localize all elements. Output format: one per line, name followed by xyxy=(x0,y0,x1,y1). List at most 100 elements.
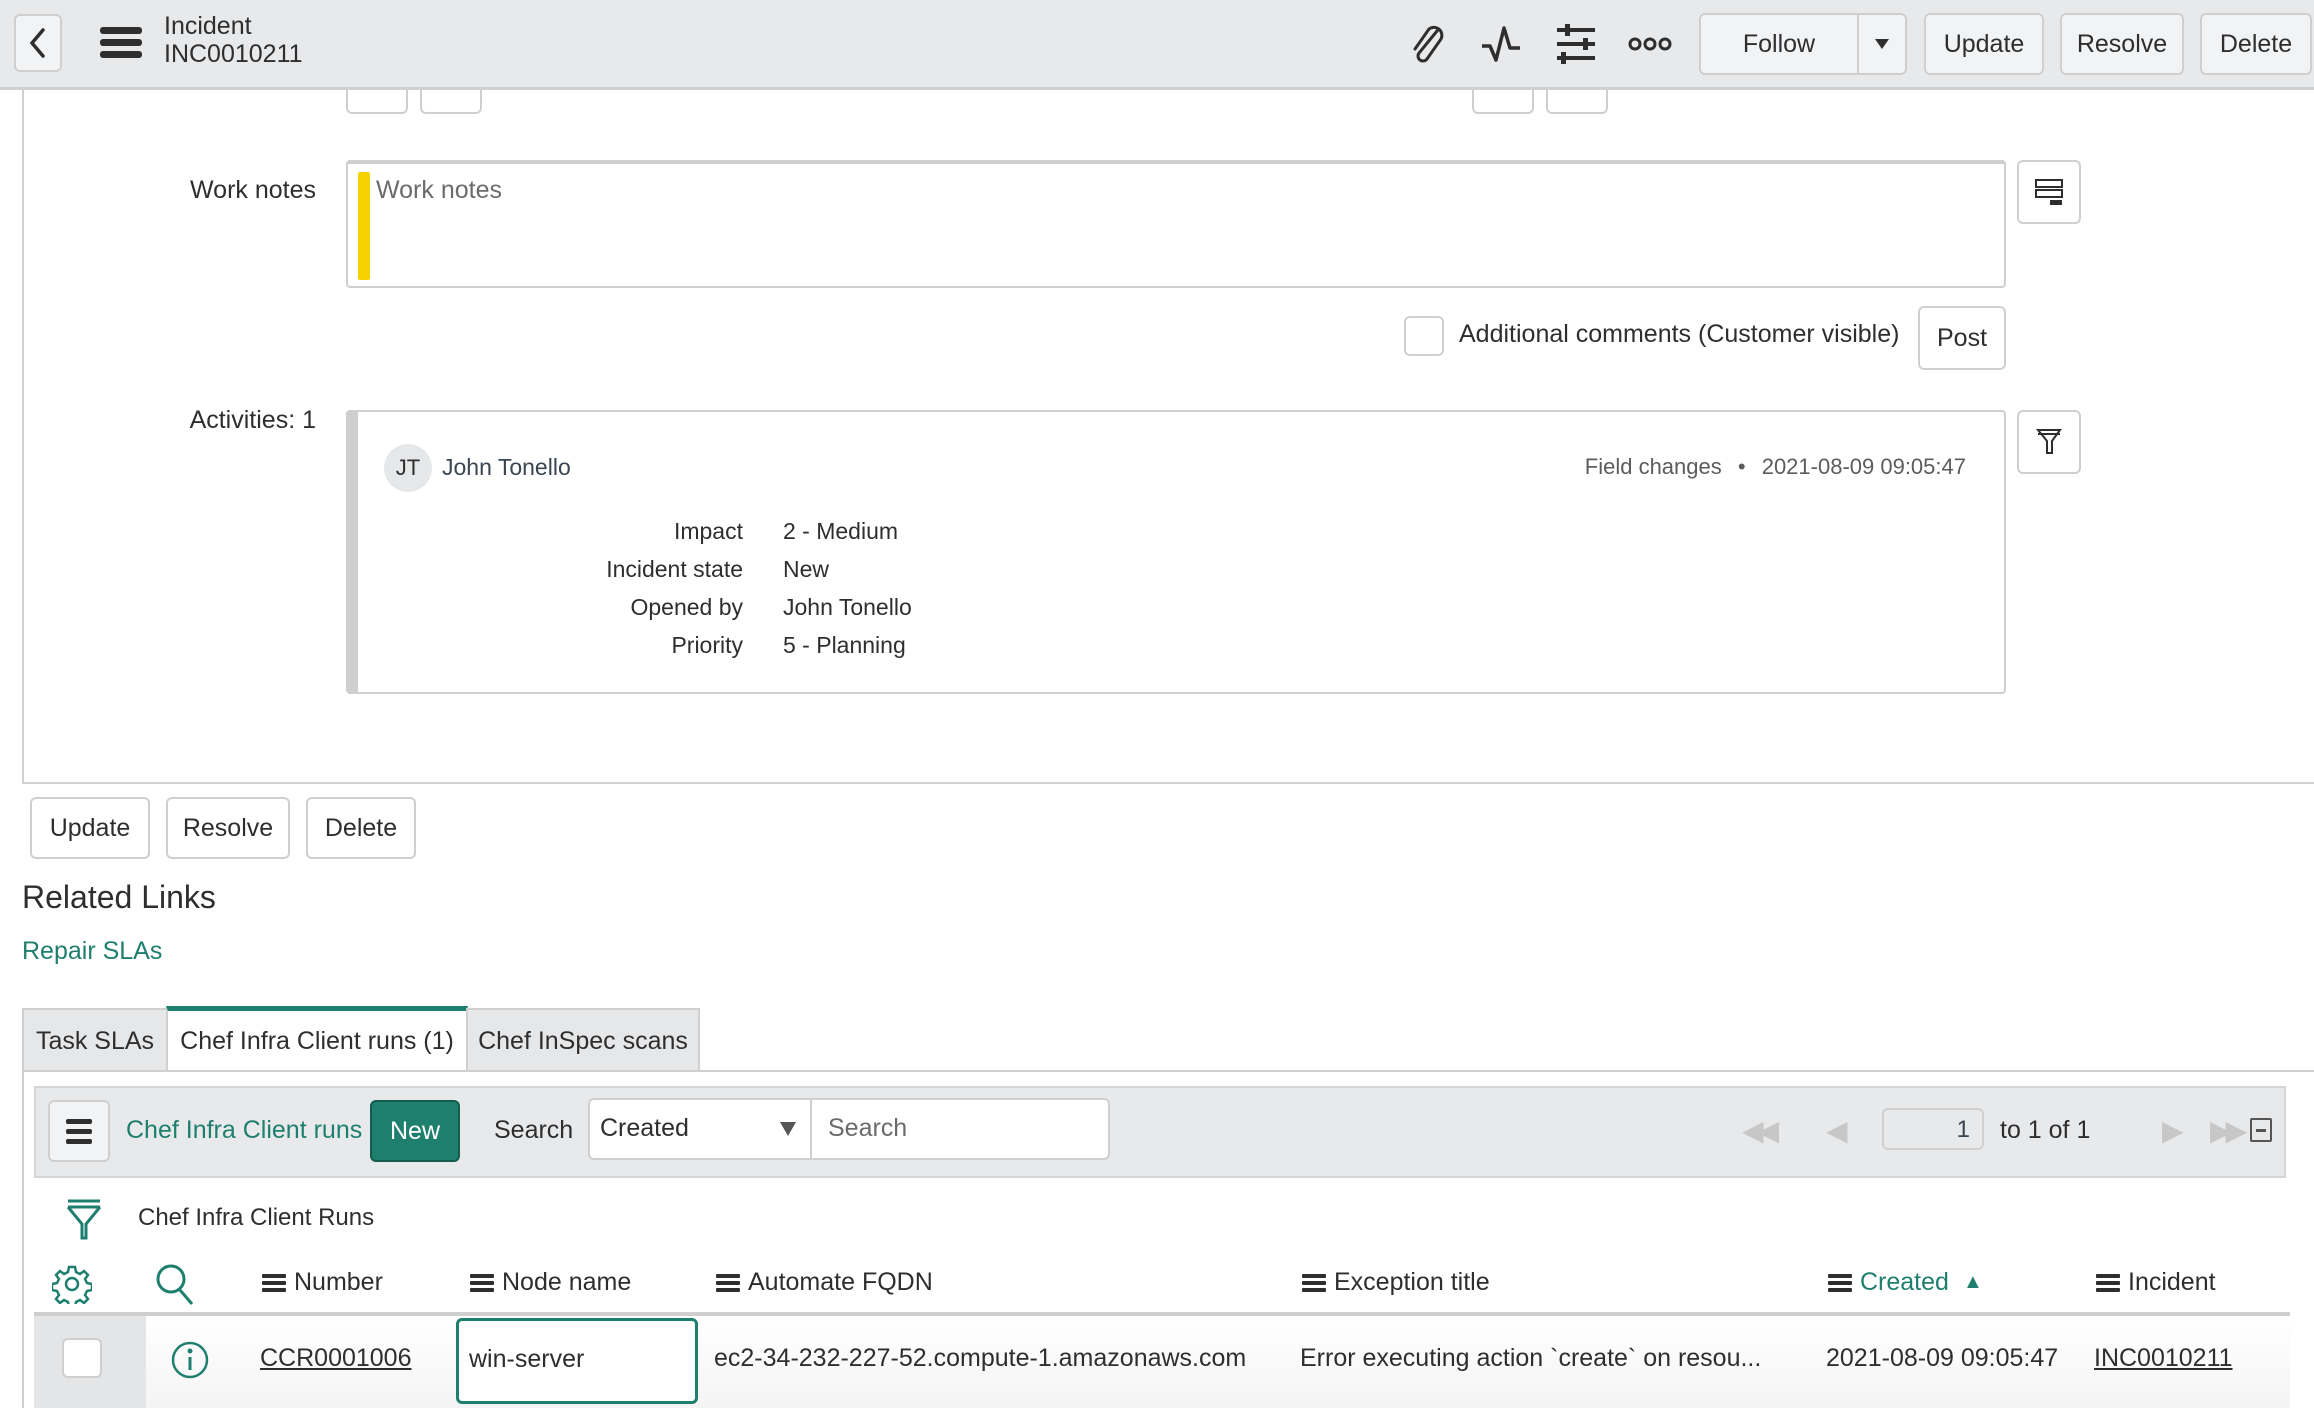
header-update-button[interactable]: Update xyxy=(1924,13,2044,75)
repair-slas-link[interactable]: Repair SLAs xyxy=(22,937,162,966)
caret-down-icon xyxy=(780,1122,796,1136)
activity-user[interactable]: John Tonello xyxy=(442,454,571,481)
activity-filter-button[interactable] xyxy=(2017,410,2081,474)
previous-page-icon[interactable]: ◀ xyxy=(1826,1114,1847,1147)
mandatory-indicator xyxy=(358,172,370,280)
list-toolbar: Chef Infra Client runs New Search Create… xyxy=(34,1086,2286,1178)
column-header-incident[interactable]: Incident xyxy=(2096,1268,2216,1297)
row-checkbox[interactable] xyxy=(62,1338,102,1378)
cell-created: 2021-08-09 09:05:47 xyxy=(1826,1344,2059,1372)
form-header: Incident INC0010211 Follow Update Resolv… xyxy=(0,0,2314,90)
column-label: Number xyxy=(294,1268,383,1296)
new-button[interactable]: New xyxy=(370,1100,460,1162)
delete-button[interactable]: Delete xyxy=(306,797,416,859)
chevron-left-icon xyxy=(29,28,45,58)
toolbar-button-stub[interactable] xyxy=(1472,90,1534,114)
field-change-row: Impact 2 - Medium xyxy=(458,518,1358,556)
activity-entry: JT John Tonello Field changes • 2021-08-… xyxy=(346,410,2006,694)
separator-dot: • xyxy=(1737,454,1746,479)
avatar: JT xyxy=(384,444,432,492)
column-menu-icon[interactable] xyxy=(716,1273,740,1292)
list-context-menu-button[interactable] xyxy=(48,1100,110,1162)
tab-task-slas[interactable]: Task SLAs xyxy=(22,1008,168,1072)
follow-dropdown-button[interactable] xyxy=(1857,13,1907,75)
work-notes-placeholder: Work notes xyxy=(376,176,502,204)
column-label: Exception title xyxy=(1334,1268,1490,1296)
search-field-value: Created xyxy=(600,1114,689,1142)
cell-node-name[interactable]: win-server xyxy=(456,1318,698,1404)
toggle-journal-fields-button[interactable] xyxy=(2017,160,2081,224)
row-select-cell xyxy=(34,1316,146,1408)
cell-number[interactable]: CCR0001006 xyxy=(260,1344,412,1373)
field-change-row: Incident state New xyxy=(458,556,1358,594)
field-change-row: Priority 5 - Planning xyxy=(458,632,1358,670)
back-button[interactable] xyxy=(14,14,62,72)
page-input[interactable]: 1 xyxy=(1882,1108,1984,1150)
resolve-button[interactable]: Resolve xyxy=(166,797,290,859)
update-button[interactable]: Update xyxy=(30,797,150,859)
cell-automate-fqdn: ec2-34-232-227-52.compute-1.amazonaws.co… xyxy=(714,1344,1247,1372)
change-field: Incident state xyxy=(606,556,743,582)
list-breadcrumb: Chef Infra Client Runs xyxy=(138,1204,375,1231)
column-label: Automate FQDN xyxy=(748,1268,933,1296)
search-icon[interactable] xyxy=(154,1262,196,1313)
activity-meta: Field changes • 2021-08-09 09:05:47 xyxy=(1585,454,1966,480)
tab-chef-infra-client-runs[interactable]: Chef Infra Client runs (1) xyxy=(166,1006,468,1072)
column-label: Created xyxy=(1860,1268,1949,1296)
table-row: CCR0001006 win-server ec2-34-232-227-52.… xyxy=(34,1316,2290,1408)
change-field: Opened by xyxy=(630,594,743,620)
column-menu-icon[interactable] xyxy=(1828,1273,1852,1292)
more-icon[interactable] xyxy=(1628,22,1672,66)
first-page-icon[interactable]: ◀◀ xyxy=(1742,1114,1779,1147)
activity-pulse-icon[interactable] xyxy=(1480,22,1524,66)
search-field-select[interactable]: Created xyxy=(588,1098,812,1160)
additional-comments-checkbox[interactable] xyxy=(1404,316,1444,356)
cell-incident[interactable]: INC0010211 xyxy=(2094,1344,2233,1373)
column-menu-icon[interactable] xyxy=(262,1273,286,1292)
activities-label: Activities: 1 xyxy=(189,406,316,434)
collapse-icon[interactable] xyxy=(2250,1118,2272,1142)
change-value: New xyxy=(783,556,830,582)
follow-button[interactable]: Follow xyxy=(1699,13,1859,75)
toolbar-button-stub[interactable] xyxy=(420,90,482,114)
tab-chef-inspec-scans[interactable]: Chef InSpec scans xyxy=(466,1008,700,1072)
column-header-number[interactable]: Number xyxy=(262,1268,383,1297)
column-header-node-name[interactable]: Node name xyxy=(470,1268,631,1297)
info-icon[interactable] xyxy=(170,1340,210,1385)
column-menu-icon[interactable] xyxy=(1302,1273,1326,1292)
next-page-icon[interactable]: ▶ xyxy=(2162,1114,2183,1147)
column-header-exception-title[interactable]: Exception title xyxy=(1302,1268,1490,1297)
column-menu-icon[interactable] xyxy=(470,1273,494,1292)
change-value: John Tonello xyxy=(783,594,912,620)
paperclip-icon[interactable] xyxy=(1405,22,1449,66)
search-input[interactable]: Search xyxy=(812,1098,1110,1160)
toolbar-button-stub[interactable] xyxy=(1546,90,1608,114)
column-label: Incident xyxy=(2128,1268,2216,1296)
list-title[interactable]: Chef Infra Client runs xyxy=(126,1116,362,1145)
work-notes-label: Work notes xyxy=(190,176,316,204)
column-header-automate-fqdn[interactable]: Automate FQDN xyxy=(716,1268,933,1297)
header-delete-button[interactable]: Delete xyxy=(2200,13,2312,75)
work-notes-field[interactable]: Work notes xyxy=(346,160,2006,288)
gear-icon[interactable] xyxy=(50,1264,94,1309)
activity-timestamp: 2021-08-09 09:05:47 xyxy=(1761,454,1966,479)
change-value: 2 - Medium xyxy=(783,518,899,544)
hamburger-menu-icon[interactable] xyxy=(100,27,142,59)
post-button[interactable]: Post xyxy=(1918,306,2006,370)
record-type: Incident xyxy=(164,12,252,40)
change-value: 5 - Planning xyxy=(783,632,906,658)
activity-type: Field changes xyxy=(1584,454,1722,479)
sliders-icon[interactable] xyxy=(1554,22,1598,66)
column-header-created[interactable]: Created ▲ xyxy=(1828,1268,1983,1297)
sort-ascending-icon: ▲ xyxy=(1962,1271,1983,1293)
field-change-row: Opened by John Tonello xyxy=(458,594,1358,632)
filter-funnel-icon[interactable] xyxy=(64,1198,104,1247)
last-page-icon[interactable]: ▶▶ xyxy=(2210,1114,2247,1147)
column-menu-icon[interactable] xyxy=(2096,1273,2120,1292)
record-title: Incident INC0010211 xyxy=(164,12,303,68)
toolbar-button-stub[interactable] xyxy=(346,90,408,114)
page-range-text: to 1 of 1 xyxy=(2000,1116,2091,1144)
search-label: Search xyxy=(494,1116,574,1144)
additional-comments-label: Additional comments (Customer visible) xyxy=(1459,320,1900,348)
header-resolve-button[interactable]: Resolve xyxy=(2060,13,2184,75)
